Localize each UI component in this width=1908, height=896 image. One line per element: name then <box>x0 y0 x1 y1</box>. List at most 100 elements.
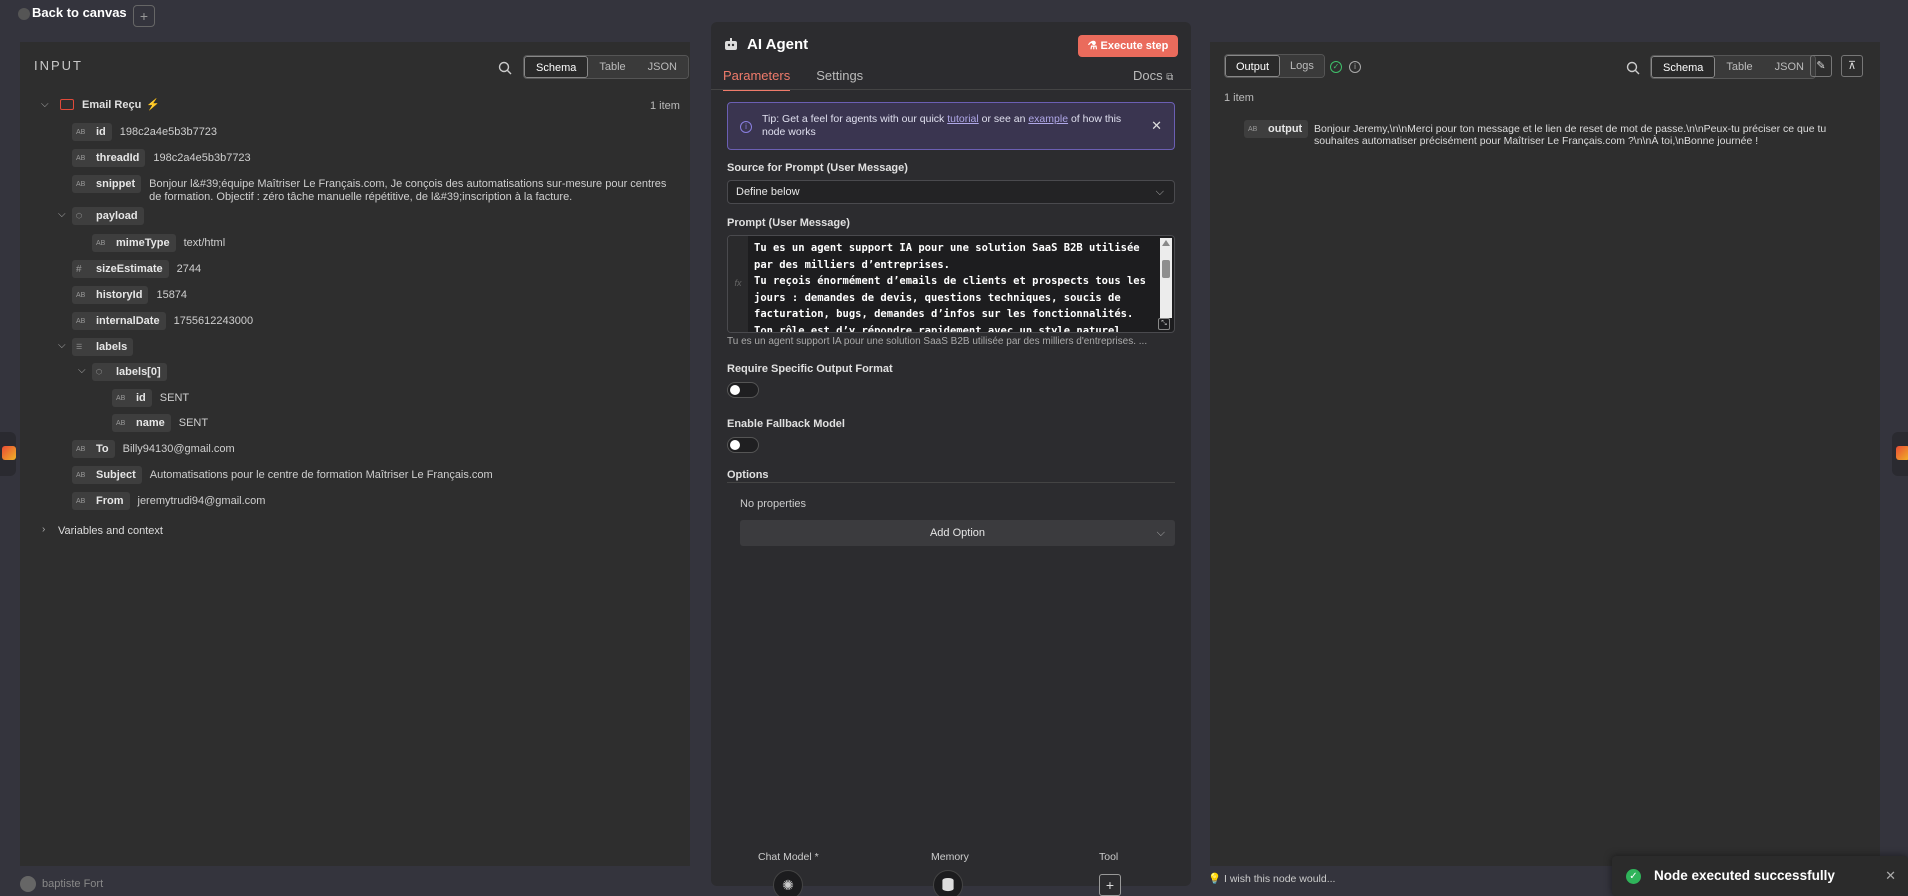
node-name: Email Reçu <box>82 99 142 111</box>
field-value: text/html <box>183 237 226 249</box>
field-row: AB internalDate 1755612243000 <box>72 312 253 330</box>
tip-text: Tip: Get a feel for agents with our quic… <box>762 113 948 125</box>
check-icon: ✓ <box>1626 869 1641 884</box>
add-option-button[interactable]: Add Option ⌵ <box>740 520 1175 546</box>
field-key[interactable]: AB id <box>112 389 152 407</box>
tab-output[interactable]: Output <box>1225 55 1281 77</box>
gmail-icon <box>60 99 74 110</box>
prompt-preview: Tu es un agent support IA pour une solut… <box>727 336 1148 347</box>
search-icon[interactable] <box>1626 61 1640 75</box>
field-key[interactable]: ⬡ payload <box>72 207 144 225</box>
field-key[interactable]: AB mimeType <box>92 234 176 252</box>
tip-banner: i Tip: Get a feel for agents with our qu… <box>727 102 1175 150</box>
search-icon[interactable] <box>498 61 512 75</box>
field-key[interactable]: AB id <box>72 123 112 141</box>
schema-view-button[interactable]: Schema <box>1651 56 1716 78</box>
prompt-text[interactable]: Tu es un agent support IA pour une solut… <box>754 240 1154 332</box>
table-view-button[interactable]: Table <box>1715 56 1764 78</box>
prompt-editor[interactable]: fx Tu es un agent support IA pour une so… <box>727 235 1175 333</box>
source-label: Source for Prompt (User Message) <box>727 162 908 174</box>
table-view-button[interactable]: Table <box>588 56 637 78</box>
pin-icon[interactable]: ⊼ <box>1841 55 1863 77</box>
schema-view-button[interactable]: Schema <box>524 56 589 78</box>
toggle-knob <box>730 385 740 395</box>
field-row: ☰ labels <box>72 338 134 356</box>
scroll-up-icon[interactable] <box>1162 240 1170 246</box>
tab-logs[interactable]: Logs <box>1280 55 1324 77</box>
info-icon[interactable]: i <box>1349 61 1361 73</box>
field-row: AB output <box>1244 120 1309 138</box>
field-row: AB mimeType text/html <box>92 234 225 252</box>
docs-link[interactable]: Docs ⧉ <box>1133 68 1173 83</box>
json-view-button[interactable]: JSON <box>636 56 688 78</box>
right-node-tab[interactable] <box>1892 432 1908 476</box>
tab-parameters[interactable]: Parameters <box>723 68 791 91</box>
openai-icon[interactable]: ✺ <box>773 870 803 896</box>
tutorial-link[interactable]: tutorial <box>947 113 979 125</box>
feedback-label: I wish this node would... <box>1224 873 1336 885</box>
edit-pencil-icon[interactable]: ✎ <box>1810 55 1832 77</box>
field-row: ⬡ labels[0] <box>92 363 167 381</box>
field-key[interactable]: AB historyId <box>72 286 149 304</box>
expression-icon[interactable]: fx <box>728 236 748 332</box>
database-icon[interactable] <box>933 870 963 896</box>
field-key[interactable]: AB snippet <box>72 175 142 193</box>
toggle-knob <box>730 440 740 450</box>
tip-text: or see an <box>978 113 1029 125</box>
prompt-scrollbar[interactable] <box>1160 238 1172 318</box>
execute-step-button[interactable]: ⚗ Execute step <box>1078 35 1178 57</box>
collapse-icon[interactable]: ⌵ <box>58 209 68 220</box>
source-select[interactable]: Define below ⌵ <box>727 180 1175 204</box>
memory-label: Memory <box>931 851 969 863</box>
robot-icon <box>725 37 737 50</box>
field-key[interactable]: AB Subject <box>72 466 142 484</box>
input-item-count: 1 item <box>650 100 680 112</box>
field-key[interactable]: AB threadId <box>72 149 146 167</box>
close-icon[interactable]: ✕ <box>1885 868 1896 884</box>
field-row: AB threadId 198c2a4e5b3b7723 <box>72 149 251 167</box>
field-value: Automatisations pour le centre de format… <box>149 469 493 481</box>
field-key[interactable]: AB To <box>72 440 115 458</box>
require-format-toggle[interactable] <box>727 382 759 398</box>
settings-tabs: Parameters Settings <box>723 68 889 91</box>
flask-icon: ⚗ <box>1087 40 1101 52</box>
field-value: 198c2a4e5b3b7723 <box>119 126 218 138</box>
add-node-button[interactable]: + <box>133 5 155 27</box>
user-profile[interactable]: baptiste Fort <box>20 876 103 892</box>
field-key[interactable]: ☰ labels <box>72 338 134 356</box>
close-icon[interactable]: ✕ <box>1151 119 1162 132</box>
add-tool-button[interactable]: + <box>1099 874 1121 896</box>
tab-settings[interactable]: Settings <box>816 68 863 91</box>
scroll-thumb[interactable] <box>1162 260 1170 278</box>
json-view-button[interactable]: JSON <box>1763 56 1815 78</box>
collapse-icon[interactable]: ⌵ <box>41 99 51 110</box>
field-key[interactable]: AB internalDate <box>72 312 166 330</box>
left-node-tab[interactable] <box>0 432 16 476</box>
example-link[interactable]: example <box>1028 113 1068 125</box>
back-icon[interactable] <box>18 8 30 20</box>
field-row: AB Subject Automatisations pour le centre… <box>72 466 493 484</box>
collapse-icon[interactable]: ⌵ <box>58 340 68 351</box>
input-panel: INPUT Schema Table JSON ⌵ Email Reçu ⚡ 1… <box>20 42 690 866</box>
back-to-canvas-link[interactable]: Back to canvas <box>32 5 127 20</box>
field-key[interactable]: AB output <box>1244 120 1309 138</box>
field-value: 198c2a4e5b3b7723 <box>153 152 251 164</box>
chevron-down-icon: ⌵ <box>1155 186 1164 198</box>
field-key[interactable]: ⬡ labels[0] <box>92 363 167 381</box>
expand-icon[interactable]: › <box>42 524 52 535</box>
collapse-icon[interactable]: ⌵ <box>78 365 88 376</box>
fallback-toggle[interactable] <box>727 437 759 453</box>
node-icon <box>1896 446 1908 460</box>
success-toast: ✓ Node executed successfully ✕ <box>1612 856 1908 896</box>
field-value: SENT <box>159 392 190 404</box>
field-key[interactable]: # sizeEstimate <box>72 260 169 278</box>
field-key[interactable]: AB name <box>112 414 171 432</box>
field-row: # sizeEstimate 2744 <box>72 260 201 278</box>
field-key[interactable]: AB From <box>72 492 130 510</box>
chevron-down-icon: ⌵ <box>1156 527 1165 539</box>
feedback-link[interactable]: 💡 I wish this node would... <box>1208 872 1335 885</box>
add-option-label: Add Option <box>929 527 986 539</box>
variables-context-toggle[interactable]: Variables and context <box>58 525 163 537</box>
field-row: ⬡ payload <box>72 207 144 225</box>
expand-editor-icon[interactable]: ⤡ <box>1158 318 1170 330</box>
